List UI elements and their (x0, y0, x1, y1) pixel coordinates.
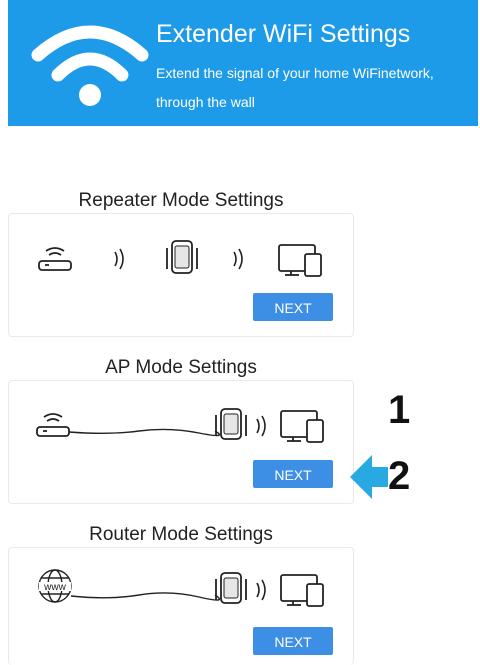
signal-icon (256, 579, 266, 601)
router-mode-card: www NEXT (8, 547, 354, 665)
ap-next-button[interactable]: NEXT (253, 460, 333, 488)
globe-icon: www (38, 569, 72, 603)
header-banner: Extender WiFi Settings Extend the signal… (8, 0, 478, 126)
step-1-label: 1 (388, 388, 411, 432)
page-title: Extender WiFi Settings (156, 20, 411, 48)
signal-icon (233, 248, 243, 270)
svg-text:www: www (43, 582, 66, 593)
router-icon (38, 247, 72, 271)
repeater-next-button[interactable]: NEXT (253, 293, 333, 321)
router-mode-title: Router Mode Settings (89, 524, 273, 545)
arrow-left-icon (350, 455, 388, 499)
repeater-mode-title: Repeater Mode Settings (78, 190, 284, 211)
devices-icon (280, 574, 324, 607)
ap-mode-title: AP Mode Settings (105, 357, 257, 378)
devices-icon (280, 410, 324, 443)
devices-icon (278, 244, 322, 277)
page-subtitle-line2: through the wall (156, 94, 255, 110)
router-next-button[interactable]: NEXT (253, 627, 333, 655)
page-subtitle: Extend the signal of your home WiFinetwo… (156, 65, 434, 81)
step-2-label: 2 (388, 454, 411, 498)
extender-icon (166, 240, 198, 274)
extender-icon (215, 408, 247, 440)
signal-icon (256, 415, 266, 437)
cable-icon (70, 592, 221, 601)
ap-mode-card: NEXT (8, 380, 354, 504)
extender-icon (215, 572, 247, 604)
cable-icon (68, 428, 221, 437)
signal-icon (114, 248, 124, 270)
repeater-mode-card: NEXT (8, 213, 354, 337)
router-icon (36, 413, 70, 437)
wifi-icon (31, 25, 149, 106)
